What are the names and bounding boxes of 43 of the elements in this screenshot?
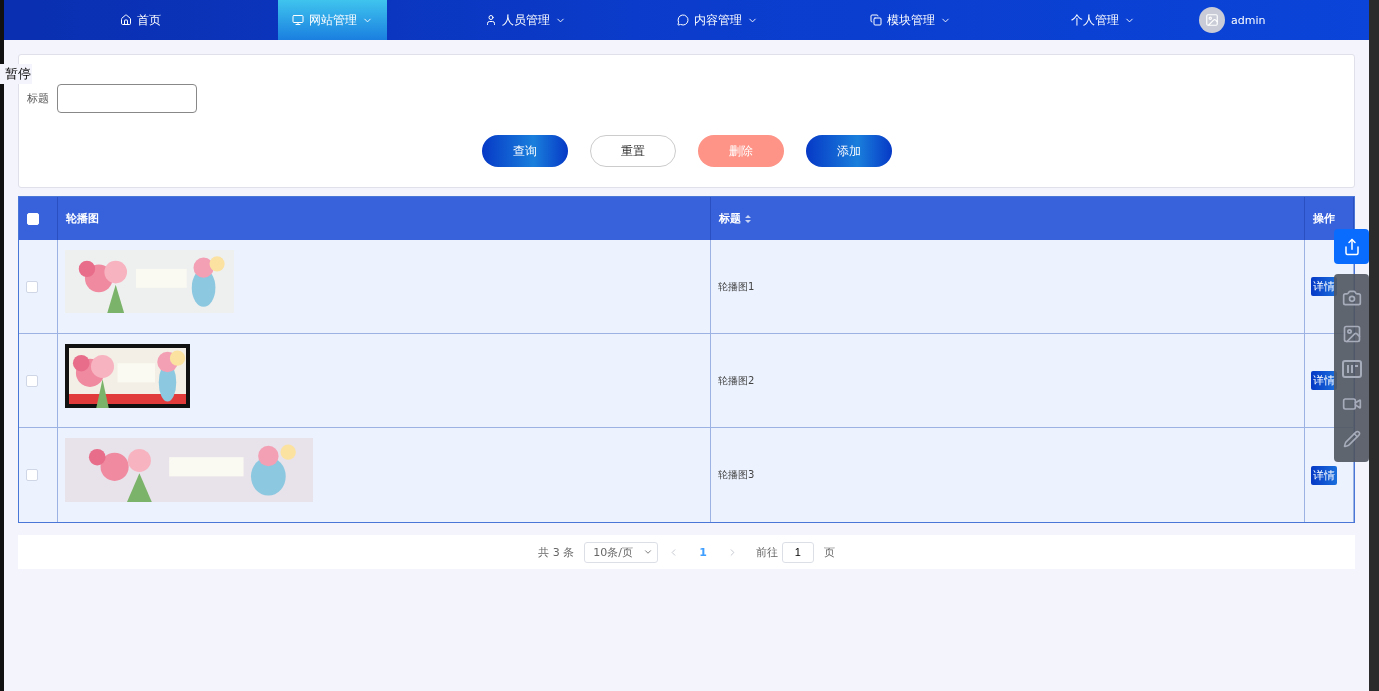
row-checkbox[interactable] [26,280,38,293]
share-icon [1342,237,1361,256]
select-all-checkbox[interactable] [27,212,39,225]
page-size-select[interactable]: 10条/页 [584,541,659,563]
table-cell: 轮播图2 [718,373,755,388]
field-label: 标题 [27,91,49,106]
column-header: 操作 [1313,211,1335,226]
action-button[interactable]: 查询 [481,135,568,167]
column-header[interactable]: 标题 [719,211,741,226]
goto-input[interactable]: 1 [781,541,814,563]
column-header: 轮播图 [66,211,99,226]
camera-icon[interactable] [1341,288,1362,308]
image-icon[interactable] [1341,324,1362,344]
total-count: 共 3 条 [538,544,575,560]
pencil-icon[interactable] [1342,430,1361,448]
row-checkbox[interactable] [26,374,38,387]
nav-icon [484,14,497,26]
nav-icon [119,14,132,26]
nav-icon [677,14,690,26]
share-button[interactable] [1334,229,1369,264]
user-name: admin [1231,13,1266,27]
action-button[interactable]: 重置 [589,135,676,167]
nav-icon [292,14,305,26]
detail-button[interactable]: 详情 [1311,371,1337,390]
chevron-down-icon [643,547,654,557]
nav-tab[interactable]: 内容管理 [663,0,773,40]
pause-label: 暂停 [0,64,32,84]
page-suffix: 页 [823,544,835,560]
nav-tab[interactable]: 人员管理 [470,0,580,40]
action-button[interactable]: 添加 [805,135,892,167]
sort-icon[interactable] [745,214,751,223]
nav-tab[interactable]: 模块管理 [855,0,965,40]
table-cell: 轮播图3 [718,468,755,482]
row-checkbox[interactable] [26,469,38,481]
nav-icon [869,14,882,26]
goto-label: 前往 [755,544,778,560]
detail-button[interactable]: 详情 [1311,465,1337,485]
table-cell: 轮播图1 [718,279,755,294]
nav-tab[interactable]: 个人管理 [1056,0,1149,40]
detail-button[interactable]: 详情 [1311,277,1337,296]
nav-tab[interactable]: 首页 [105,0,175,40]
title-input[interactable] [57,84,197,113]
avatar[interactable] [1199,7,1225,33]
